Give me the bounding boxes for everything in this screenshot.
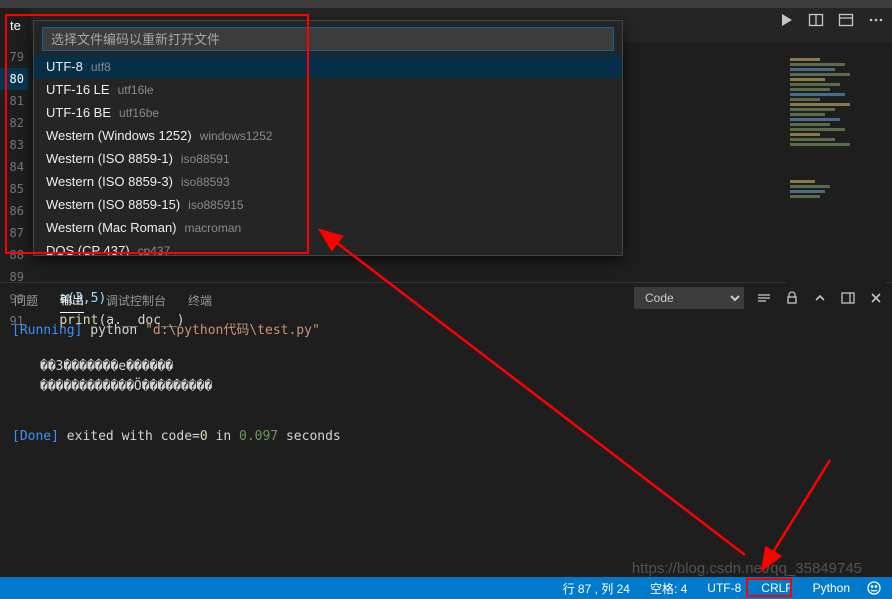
split-icon[interactable] [808,12,824,28]
encoding-sublabel: iso88593 [181,175,230,189]
encoding-option[interactable]: UTF-8 utf8 [34,55,622,78]
encoding-sublabel: iso88591 [181,152,230,166]
encoding-sublabel: utf16be [119,106,159,120]
encoding-option[interactable]: Western (Mac Roman) macroman [34,216,622,239]
status-bar: 行 87 , 列 24 空格: 4 UTF-8 CRLF Python [0,577,892,599]
output-channel-select[interactable]: Code [634,287,744,309]
clear-icon[interactable] [756,290,772,306]
encoding-option[interactable]: UTF-16 LE utf16le [34,78,622,101]
encoding-option[interactable]: Western (ISO 8859-1) iso88591 [34,147,622,170]
tab-problems[interactable]: 问题 [14,288,38,313]
editor-tab[interactable]: te [0,8,31,42]
minimap[interactable] [786,56,886,296]
status-spaces[interactable]: 空格: 4 [646,580,691,597]
encoding-sublabel: windows1252 [200,129,273,143]
encoding-label: UTF-16 LE [46,82,110,97]
encoding-label: Western (ISO 8859-15) [46,197,180,212]
output-body[interactable]: [Running] python "d:\python代码\test.py" �… [0,317,892,451]
tab-label: te [10,18,21,33]
encoding-label: Western (ISO 8859-1) [46,151,173,166]
encoding-sublabel: utf8 [91,60,111,74]
layout-icon[interactable] [838,12,854,28]
more-icon[interactable] [868,12,884,28]
window-titlebar [0,0,892,8]
encoding-option[interactable]: Western (Windows 1252) windows1252 [34,124,622,147]
encoding-option[interactable]: UTF-16 BE utf16be [34,101,622,124]
encoding-label: Western (Windows 1252) [46,128,192,143]
encoding-sublabel: utf16le [118,83,154,97]
chevron-up-icon[interactable] [812,290,828,306]
line-gutter: 79 80 81 82 83 84 85 86 87 88 89 90 91 [0,42,28,282]
encoding-search-input[interactable] [43,28,613,50]
editor-actions [778,12,884,28]
tab-terminal[interactable]: 终端 [188,288,212,313]
encoding-label: UTF-16 BE [46,105,111,120]
encoding-sublabel: macroman [185,221,242,235]
encoding-list: UTF-8 utf8 UTF-16 LE utf16le UTF-16 BE utf16b… [34,55,622,255]
status-line-col[interactable]: 行 87 , 列 24 [559,580,634,597]
encoding-sublabel: iso885915 [188,198,243,212]
run-icon[interactable] [778,12,794,28]
encoding-search-box [42,27,614,51]
encoding-label: DOS (CP 437) [46,243,130,255]
encoding-picker: UTF-8 utf8 UTF-16 LE utf16le UTF-16 BE utf16b… [33,20,623,256]
encoding-option[interactable]: DOS (CP 437) cp437 [34,239,622,255]
encoding-sublabel: cp437 [138,244,171,256]
status-encoding[interactable]: UTF-8 [703,581,745,595]
panel-tabs: 问题 输出 调试控制台 终端 Code [0,283,892,317]
tab-output[interactable]: 输出 [60,287,84,313]
encoding-label: Western (Mac Roman) [46,220,177,235]
encoding-label: Western (ISO 8859-3) [46,174,173,189]
panel-layout-icon[interactable] [840,290,856,306]
encoding-label: UTF-8 [46,59,83,74]
encoding-option[interactable]: Western (ISO 8859-3) iso88593 [34,170,622,193]
close-panel-icon[interactable] [868,290,884,306]
tab-debug[interactable]: 调试控制台 [106,288,166,313]
lock-icon[interactable] [784,290,800,306]
status-language[interactable]: Python [809,581,854,595]
feedback-icon[interactable] [866,580,882,596]
status-eol[interactable]: CRLF [757,581,796,595]
encoding-option[interactable]: Western (ISO 8859-15) iso885915 [34,193,622,216]
